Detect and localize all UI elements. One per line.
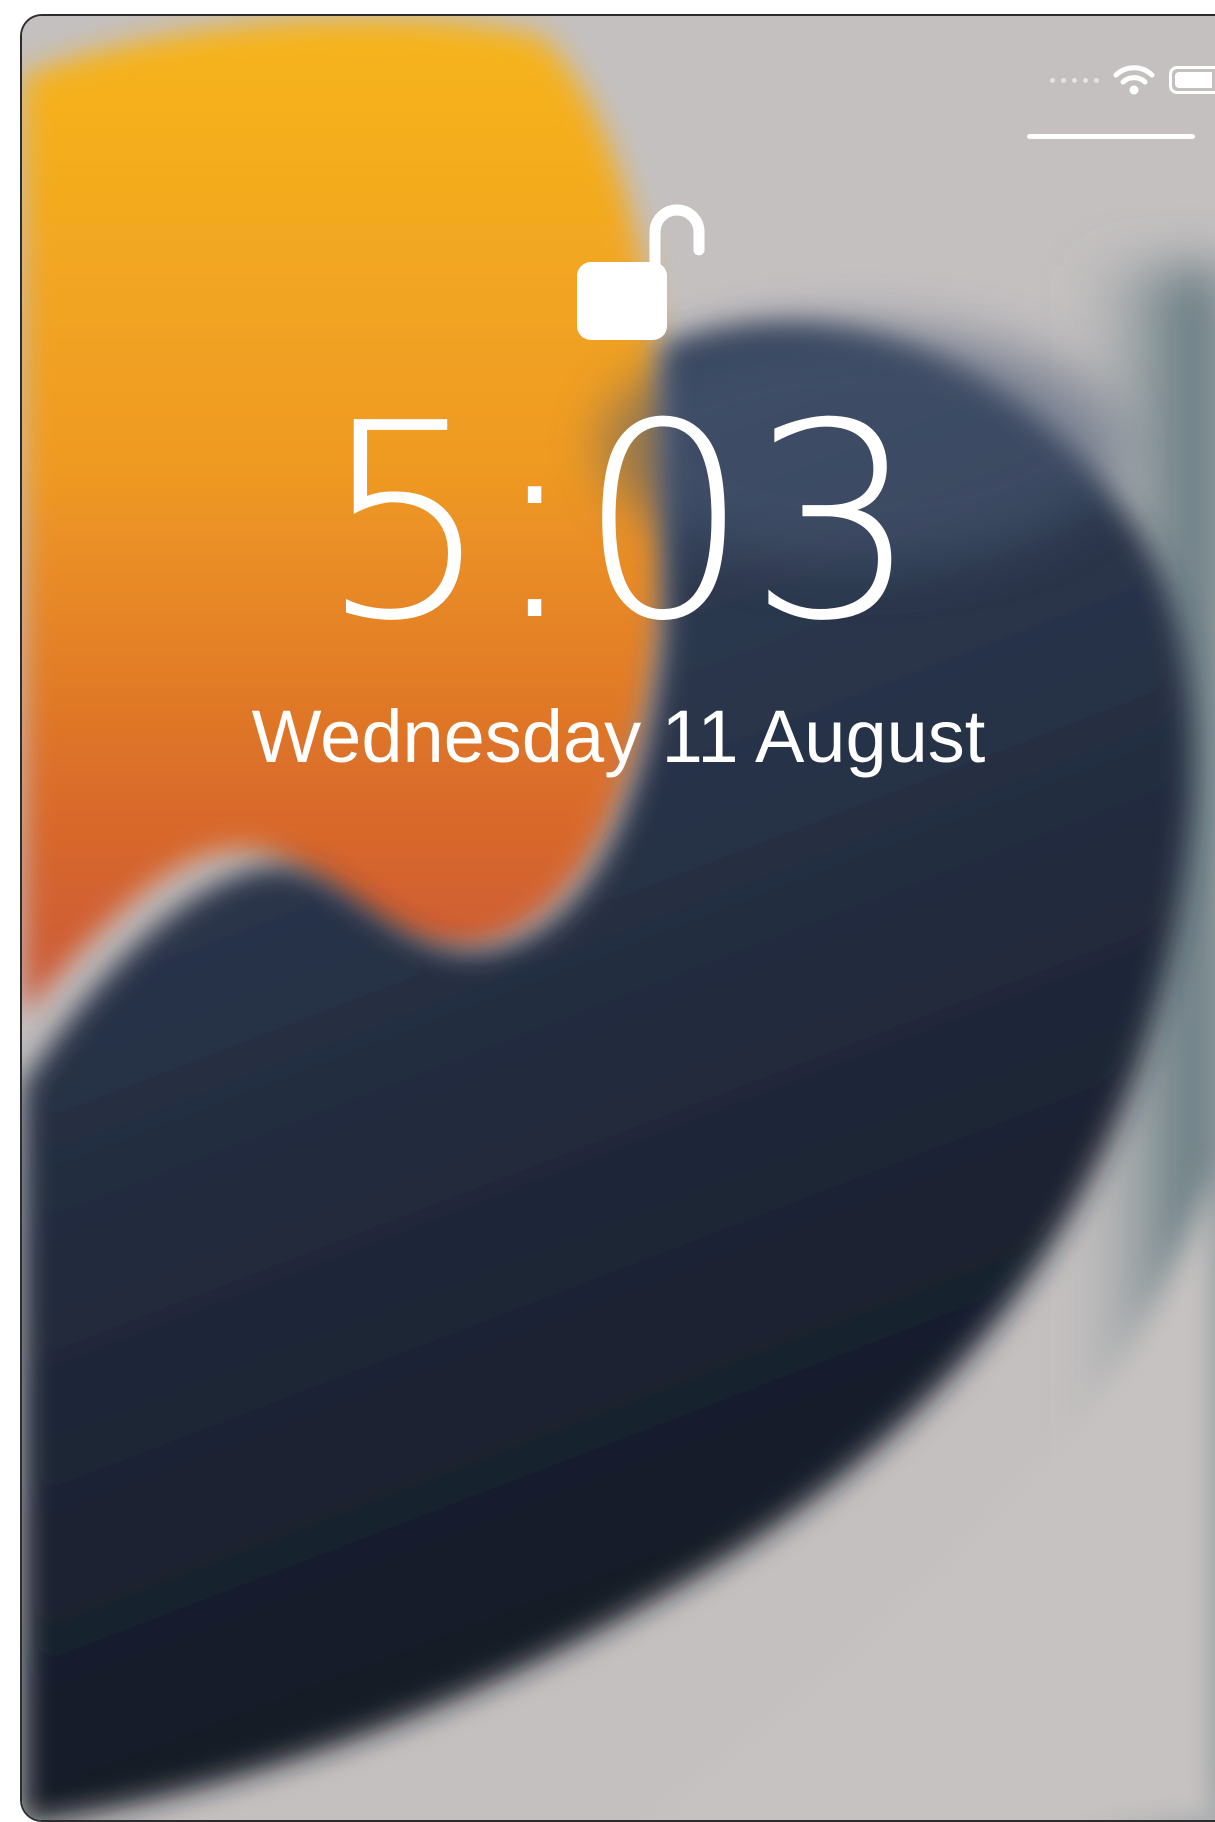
lock-screen-time: 5:03 — [319, 365, 919, 680]
lock-screen-date: Wednesday 11 August — [251, 695, 986, 778]
wifi-icon — [1113, 65, 1155, 95]
status-bar — [1050, 60, 1215, 100]
cellular-signal-dots-icon — [1050, 77, 1099, 83]
top-grabber-bar[interactable] — [1027, 134, 1195, 139]
battery-icon — [1169, 66, 1215, 94]
battery-level-fill — [1175, 72, 1212, 88]
unlocked-padlock-icon — [577, 204, 705, 340]
lock-screen: 5:03 Wednesday 11 August — [20, 14, 1215, 1822]
